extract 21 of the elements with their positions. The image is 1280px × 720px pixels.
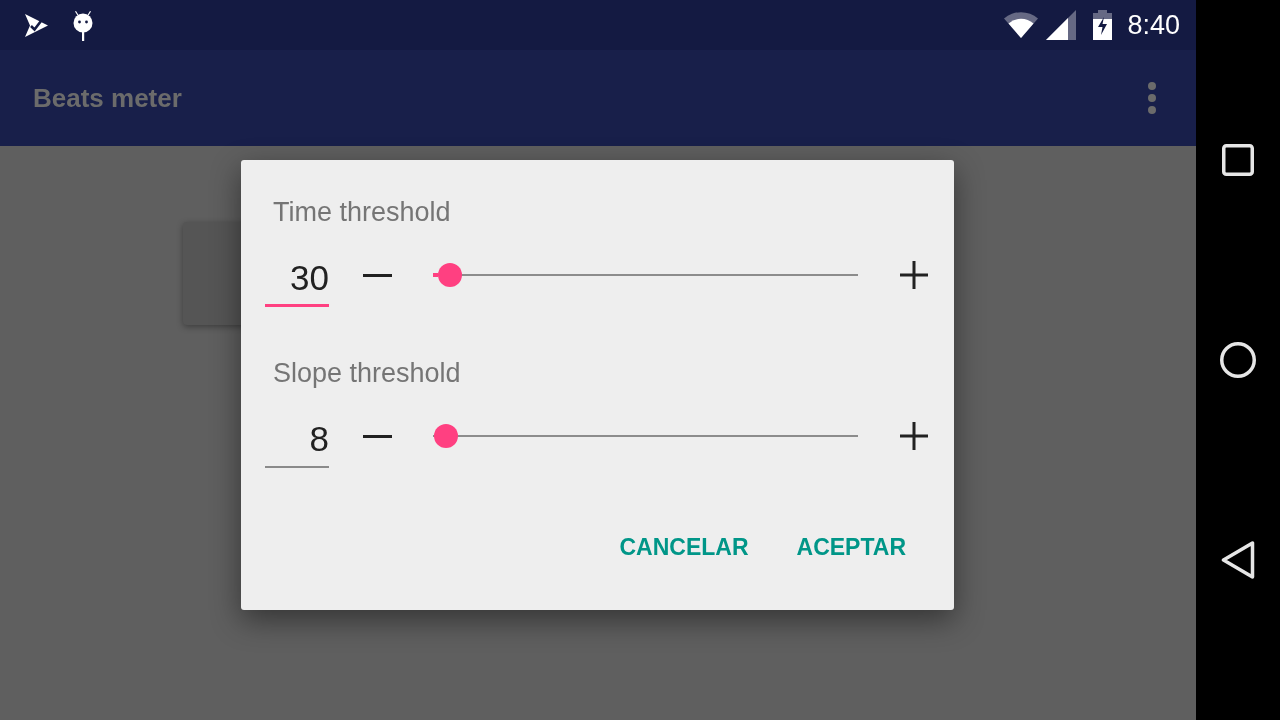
plus-icon	[900, 261, 928, 289]
battery-charging-icon	[1093, 10, 1113, 40]
cell-signal-icon	[1046, 10, 1077, 40]
number-field[interactable]: 8	[265, 404, 329, 468]
app-title: Beats meter	[33, 82, 182, 114]
back-icon	[1221, 541, 1255, 579]
wifi-signal-icon	[1004, 12, 1039, 38]
square-icon	[1222, 144, 1254, 176]
minus-icon	[362, 434, 392, 438]
minus-icon	[362, 273, 392, 277]
slider-thumb[interactable]	[433, 424, 458, 448]
circle-icon	[1220, 342, 1256, 378]
more-vertical-icon	[1148, 82, 1156, 114]
setting-label: Slope threshold	[273, 357, 461, 389]
plus-icon	[900, 422, 928, 450]
robot-head-icon	[73, 9, 93, 41]
number-field[interactable]: 30	[265, 243, 329, 307]
triangle-check-icon	[24, 12, 49, 38]
slider-thumb[interactable]	[438, 263, 462, 287]
setting-label: Time threshold	[273, 196, 451, 228]
clock-time: 8:40	[1127, 9, 1180, 41]
